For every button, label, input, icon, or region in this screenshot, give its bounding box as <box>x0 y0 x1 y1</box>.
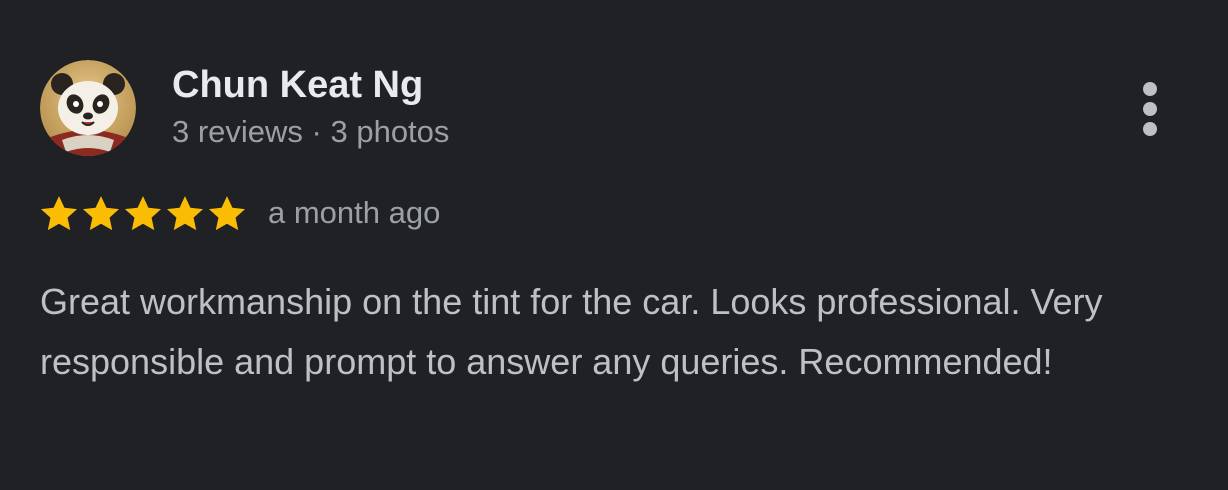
avatar[interactable] <box>40 60 136 156</box>
star-icon <box>124 196 162 231</box>
review-card: Chun Keat Ng 3 reviews · 3 photos a mont… <box>0 0 1228 490</box>
more-options-button[interactable] <box>1130 78 1170 140</box>
author-meta[interactable]: 3 reviews · 3 photos <box>172 113 449 151</box>
star-icon <box>166 196 204 231</box>
panda-avatar-icon <box>40 60 136 156</box>
review-text: Great workmanship on the tint for the ca… <box>40 281 1103 382</box>
star-icon <box>208 196 246 231</box>
star-rating <box>38 193 248 235</box>
star-icon <box>82 196 120 231</box>
author-name[interactable]: Chun Keat Ng <box>172 62 423 108</box>
review-date: a month ago <box>268 195 441 230</box>
star-icon <box>40 196 78 231</box>
